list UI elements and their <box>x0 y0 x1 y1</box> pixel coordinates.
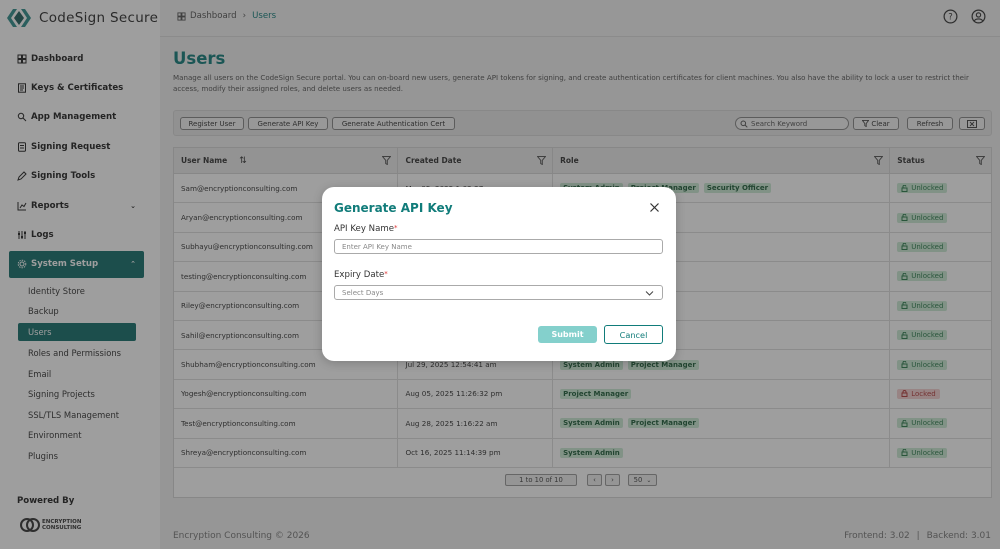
expiry-date-label-text: Expiry Date <box>334 270 385 280</box>
cancel-button[interactable]: Cancel <box>604 325 663 344</box>
submit-button[interactable]: Submit <box>538 326 597 343</box>
api-key-name-label-text: API Key Name <box>334 224 394 234</box>
api-key-name-label: API Key Name* <box>334 224 398 234</box>
close-icon[interactable] <box>649 202 660 213</box>
generate-api-key-modal: Generate API Key API Key Name* Enter API… <box>322 187 676 361</box>
api-key-name-placeholder: Enter API Key Name <box>342 242 412 251</box>
expiry-date-select[interactable]: Select Days <box>334 285 663 300</box>
required-marker: * <box>384 270 388 278</box>
expiry-date-placeholder: Select Days <box>342 288 384 297</box>
modal-title: Generate API Key <box>334 201 453 215</box>
api-key-name-input[interactable]: Enter API Key Name <box>334 239 663 254</box>
expiry-date-label: Expiry Date* <box>334 270 388 280</box>
chevron-down-icon <box>645 291 654 296</box>
required-marker: * <box>394 224 398 232</box>
